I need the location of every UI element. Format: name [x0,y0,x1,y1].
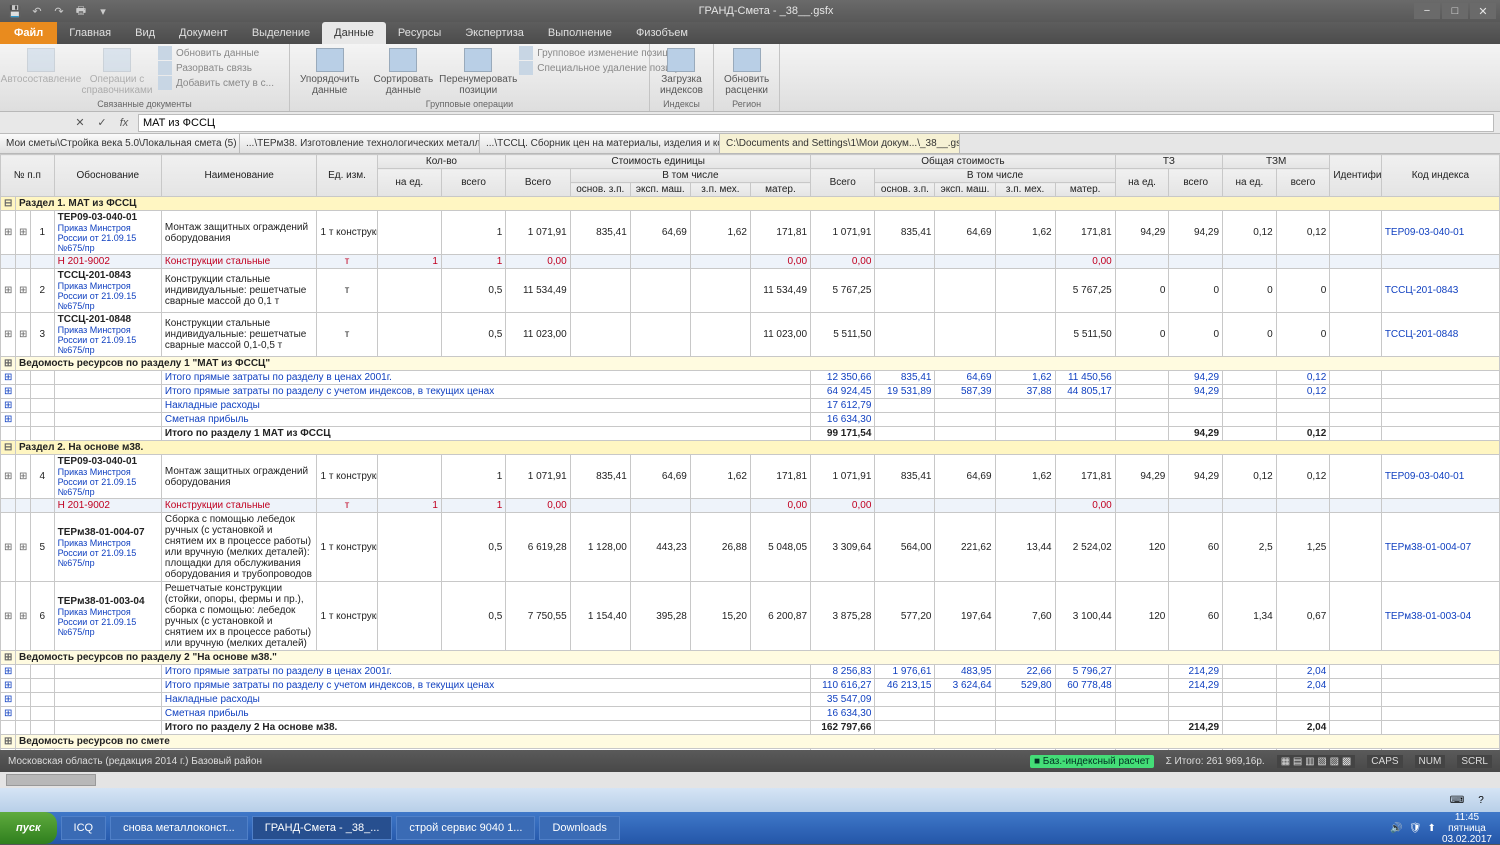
num-indicator: NUM [1415,755,1446,768]
table-row[interactable]: ⊞⊞4ТЕР09-03-040-01Приказ Минстроя России… [1,455,1500,499]
summary-row[interactable]: Итого по разделу 1 МАТ из ФССЦ99 171,549… [1,427,1500,441]
table-row[interactable]: Н 201-9002Конструкции стальныет110,000,0… [1,255,1500,269]
ribbon-tab[interactable]: Вид [123,22,167,44]
summary-row[interactable]: ⊞Сметная прибыль16 634,30 [1,707,1500,721]
summary-row[interactable]: ⊞Итого прямые затраты по разделу с учето… [1,385,1500,399]
formula-bar: ✕ ✓ fx [0,112,1500,134]
taskbar-item[interactable]: Downloads [539,816,619,840]
ribbon-tab[interactable]: Документ [167,22,240,44]
tray-icon[interactable]: 🔊 [1390,823,1402,834]
document-tabs: Мои сметы\Стройка века 5.0\Локальная сме… [0,134,1500,154]
language-bar[interactable]: ⌨ ? [0,788,1500,812]
minimize-button[interactable]: − [1414,3,1440,19]
ribbon-tab[interactable]: Физобъем [624,22,700,44]
sort-button[interactable]: Сортироватьданные [370,46,438,98]
taskbar-item[interactable]: ГРАНД-Смета - _38_... [252,816,393,840]
document-tab[interactable]: ...\ТЕРм38. Изготовление технологических… [240,134,480,153]
resource-header-row[interactable]: ⊞Ведомость ресурсов по смете [1,735,1500,749]
ribbon-tab[interactable]: Выполнение [536,22,624,44]
tray-icon[interactable]: ⬆ [1428,823,1436,834]
table-row[interactable]: ⊞⊞6ТЕРм38-01-003-04Приказ Минстроя Росси… [1,582,1500,651]
clock[interactable]: 11:45 пятница 03.02.2017 [1442,812,1492,845]
ribbon: Автосоставление Операции с справочниками… [0,44,1500,112]
order-button[interactable]: Упорядочитьданные [296,46,364,98]
ribbon-tab[interactable]: Ресурсы [386,22,453,44]
summary-row[interactable]: ⊞Накладные расходы17 612,79 [1,399,1500,413]
document-tab[interactable]: Мои сметы\Стройка века 5.0\Локальная сме… [0,134,240,153]
status-region: Московская область (редакция 2014 г.) Ба… [8,756,262,767]
resource-header-row[interactable]: ⊞Ведомость ресурсов по разделу 2 "На осн… [1,651,1500,665]
ribbon-tab[interactable]: Данные [322,22,386,44]
section-row[interactable]: ⊟Раздел 1. МАТ из ФССЦ [1,197,1500,211]
grid-header: № п.п Обоснование Наименование Ед. изм. … [1,155,1500,197]
taskbar-item[interactable]: ICQ [61,816,107,840]
ribbon-tab[interactable]: Выделение [240,22,322,44]
table-row[interactable]: ⊞⊞5ТЕРм38-01-004-07Приказ Минстроя Росси… [1,513,1500,582]
summary-row[interactable]: Итого по разделу 2 На основе м38.162 797… [1,721,1500,735]
summary-row[interactable]: ⊞Накладные расходы35 547,09 [1,693,1500,707]
window-title: ГРАНД-Смета - _38__.gsfx [118,5,1414,17]
lang-icon[interactable]: ⌨ [1448,791,1466,809]
close-button[interactable]: ✕ [1470,3,1496,19]
lang-help-icon[interactable]: ? [1472,791,1490,809]
view-icons[interactable]: ▦ ▤ ▥ ▧ ▨ ▩ [1277,755,1356,768]
quick-access-toolbar: 💾 ↶ ↷ 🖶 ▾ [0,4,118,18]
renumber-button[interactable]: Перенумероватьпозиции [443,46,513,98]
ribbon-tab[interactable]: Экспертиза [453,22,536,44]
refresh-data-button[interactable]: Обновить данные [158,46,274,60]
system-tray[interactable]: 🔊 🛡 ⬆ 11:45 пятница 03.02.2017 [1382,812,1500,845]
add-estimate-button[interactable]: Добавить смету в с... [158,76,274,90]
document-tab[interactable]: ...\ТССЦ. Сборник цен на материалы, изде… [480,134,720,153]
break-link-button[interactable]: Разорвать связь [158,61,274,75]
document-tab[interactable]: C:\Documents and Settings\1\Мои докум...… [720,134,960,153]
group-label-region: Регион [720,98,773,109]
scrl-indicator: SCRL [1457,755,1492,768]
summary-row[interactable]: ⊞Итого прямые затраты по разделу в ценах… [1,371,1500,385]
summary-row[interactable]: ⊞Итого прямые затраты по разделу с учето… [1,679,1500,693]
horizontal-scrollbar[interactable] [0,772,1500,788]
ribbon-tabs: Файл ГлавнаяВидДокументВыделениеДанныеРе… [0,22,1500,44]
print-icon[interactable]: 🖶 [74,4,88,18]
tray-icon[interactable]: 🛡 [1409,823,1422,834]
taskbar-item[interactable]: строй сервис 9040 1... [396,816,535,840]
caps-indicator: CAPS [1367,755,1402,768]
load-indices-button[interactable]: Загрузкаиндексов [656,46,707,98]
qat-dropdown-icon[interactable]: ▾ [96,4,110,18]
auto-compose-button[interactable]: Автосоставление [6,46,76,87]
ribbon-tab[interactable]: Главная [57,22,123,44]
taskbar: пуск ICQснова металлоконст...ГРАНД-Смета… [0,812,1500,844]
maximize-button[interactable]: □ [1442,3,1468,19]
undo-icon[interactable]: ↶ [30,4,44,18]
save-icon[interactable]: 💾 [8,4,22,18]
total-label: Σ Итого: 261 969,16р. [1166,756,1265,767]
taskbar-item[interactable]: снова металлоконст... [110,816,248,840]
start-button[interactable]: пуск [0,812,57,844]
table-row[interactable]: ⊞⊞1ТЕР09-03-040-01Приказ Минстроя России… [1,211,1500,255]
redo-icon[interactable]: ↷ [52,4,66,18]
fx-icon[interactable]: fx [116,117,132,129]
file-tab[interactable]: Файл [0,22,57,44]
summary-row[interactable]: ⊞Сметная прибыль16 634,30 [1,413,1500,427]
group-label-group-ops: Групповые операции [296,98,643,109]
group-label-linked: Связанные документы [6,98,283,109]
linked-docs-small: Обновить данные Разорвать связь Добавить… [158,46,274,90]
table-row[interactable]: ⊞⊞3ТССЦ-201-0848Приказ Минстроя России о… [1,313,1500,357]
table-row[interactable]: ⊞⊞2ТССЦ-201-0843Приказ Минстроя России о… [1,269,1500,313]
calc-mode-badge[interactable]: ■ Баз.-индексный расчет [1030,755,1154,768]
status-bar: Московская область (редакция 2014 г.) Ба… [0,750,1500,772]
resource-header-row[interactable]: ⊞Ведомость ресурсов по разделу 1 "МАТ из… [1,357,1500,371]
accept-formula-icon[interactable]: ✓ [94,116,110,129]
summary-row[interactable]: ⊞Итого прямые затраты по разделу в ценах… [1,665,1500,679]
update-rates-button[interactable]: Обновитьрасценки [720,46,773,98]
estimate-grid[interactable]: № п.п Обоснование Наименование Ед. изм. … [0,154,1500,750]
group-label-indices: Индексы [656,98,707,109]
title-bar: 💾 ↶ ↷ 🖶 ▾ ГРАНД-Смета - _38__.gsfx − □ ✕ [0,0,1500,22]
section-row[interactable]: ⊟Раздел 2. На основе м38. [1,441,1500,455]
formula-input[interactable] [138,114,1494,132]
ref-ops-button[interactable]: Операции с справочниками [82,46,152,98]
cancel-formula-icon[interactable]: ✕ [72,116,88,129]
table-row[interactable]: Н 201-9002Конструкции стальныет110,000,0… [1,499,1500,513]
